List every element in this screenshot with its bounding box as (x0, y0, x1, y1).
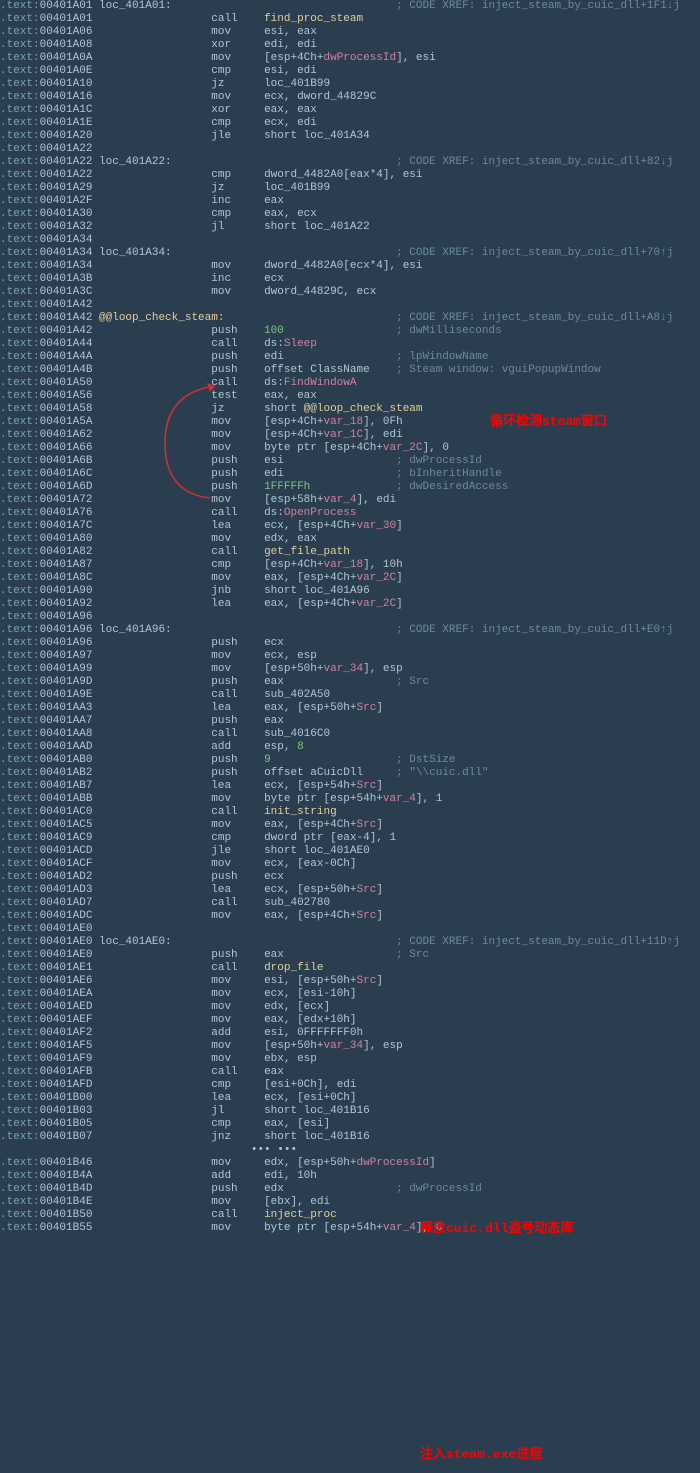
asm-line: .text:00401B4A add edi, 10h (0, 1170, 700, 1183)
asm-line: .text:00401B4D push edx ; dwProcessId (0, 1183, 700, 1196)
asm-line: .text:00401A6D push 1FFFFFh ; dwDesiredA… (0, 481, 700, 494)
asm-line: .text:00401AE1 call drop_file (0, 962, 700, 975)
asm-line: .text:00401A92 lea eax, [esp+4Ch+var_2C] (0, 598, 700, 611)
asm-line: .text:00401A42 push 100 ; dwMilliseconds (0, 325, 700, 338)
asm-line: .text:00401AB2 push offset aCuicDll ; "\… (0, 767, 700, 780)
asm-line: .text:00401A29 jz loc_401B99 (0, 182, 700, 195)
asm-line: .text:00401A9D push eax ; Src (0, 676, 700, 689)
asm-line: .text:00401A0A mov [esp+4Ch+dwProcessId]… (0, 52, 700, 65)
asm-line: .text:00401AC5 mov eax, [esp+4Ch+Src] (0, 819, 700, 832)
asm-line: .text:00401AD7 call sub_402780 (0, 897, 700, 910)
asm-line: ••• ••• (0, 1144, 700, 1157)
asm-line: .text:00401A42 @@loop_check_steam: ; COD… (0, 312, 700, 325)
asm-line: .text:00401AE0 (0, 923, 700, 936)
asm-line: .text:00401AB0 push 9 ; DstSize (0, 754, 700, 767)
asm-line: .text:00401A22 (0, 143, 700, 156)
asm-line: .text:00401A4A push edi ; lpWindowName (0, 351, 700, 364)
asm-line: .text:00401A90 jnb short loc_401A96 (0, 585, 700, 598)
asm-line: .text:00401B46 mov edx, [esp+50h+dwProce… (0, 1157, 700, 1170)
asm-line: .text:00401ACF mov ecx, [eax-0Ch] (0, 858, 700, 871)
asm-line: .text:00401A10 jz loc_401B99 (0, 78, 700, 91)
asm-line: .text:00401A87 cmp [esp+4Ch+var_18], 10h (0, 559, 700, 572)
asm-line: .text:00401A30 cmp eax, ecx (0, 208, 700, 221)
asm-line: .text:00401A99 mov [esp+50h+var_34], esp (0, 663, 700, 676)
asm-line: .text:00401A7C lea ecx, [esp+4Ch+var_30] (0, 520, 700, 533)
asm-line: .text:00401AEA mov ecx, [esi-10h] (0, 988, 700, 1001)
asm-line: .text:00401A9E call sub_402A50 (0, 689, 700, 702)
asm-line: .text:00401AB7 lea ecx, [esp+54h+Src] (0, 780, 700, 793)
asm-line: .text:00401B03 jl short loc_401B16 (0, 1105, 700, 1118)
asm-line: .text:00401A6B push esi ; dwProcessId (0, 455, 700, 468)
asm-line: .text:00401AC9 cmp dword ptr [eax-4], 1 (0, 832, 700, 845)
asm-line: .text:00401A32 jl short loc_401A22 (0, 221, 700, 234)
asm-line: .text:00401A34 loc_401A34: ; CODE XREF: … (0, 247, 700, 260)
asm-line: .text:00401AED mov edx, [ecx] (0, 1001, 700, 1014)
asm-line: .text:00401A42 (0, 299, 700, 312)
asm-line: .text:00401A96 (0, 611, 700, 624)
asm-line: .text:00401AD2 push ecx (0, 871, 700, 884)
asm-line: .text:00401AFB call eax (0, 1066, 700, 1079)
asm-line: .text:00401A2F inc eax (0, 195, 700, 208)
asm-line: .text:00401AE0 loc_401AE0: ; CODE XREF: … (0, 936, 700, 949)
asm-line: .text:00401AF2 add esi, 0FFFFFFF0h (0, 1027, 700, 1040)
asm-line: .text:00401A72 mov [esp+58h+var_4], edi (0, 494, 700, 507)
asm-line: .text:00401A22 cmp dword_4482A0[eax*4], … (0, 169, 700, 182)
asm-line: .text:00401A96 push ecx (0, 637, 700, 650)
asm-line: .text:00401A82 call get_file_path (0, 546, 700, 559)
asm-line: .text:00401AA3 lea eax, [esp+50h+Src] (0, 702, 700, 715)
asm-line: .text:00401A34 (0, 234, 700, 247)
asm-line: .text:00401A80 mov edx, eax (0, 533, 700, 546)
asm-line: .text:00401A01 loc_401A01: ; CODE XREF: … (0, 0, 700, 13)
asm-line: .text:00401B55 mov byte ptr [esp+54h+var… (0, 1222, 700, 1235)
asm-line: .text:00401AA7 push eax (0, 715, 700, 728)
asm-line: .text:00401B00 lea ecx, [esi+0Ch] (0, 1092, 700, 1105)
disassembly-view: 循环检测steam窗口 释放cuic.dll盗号动态库 注入steam.exe进… (0, 0, 700, 1235)
asm-line: .text:00401B05 cmp eax, [esi] (0, 1118, 700, 1131)
asm-line: .text:00401A66 mov byte ptr [esp+4Ch+var… (0, 442, 700, 455)
asm-line: .text:00401A44 call ds:Sleep (0, 338, 700, 351)
asm-line: .text:00401A08 xor edi, edi (0, 39, 700, 52)
asm-line: .text:00401AE6 mov esi, [esp+50h+Src] (0, 975, 700, 988)
asm-line: .text:00401A50 call ds:FindWindowA (0, 377, 700, 390)
asm-line: .text:00401A62 mov [esp+4Ch+var_1C], edi (0, 429, 700, 442)
asm-line: .text:00401AFD cmp [esi+0Ch], edi (0, 1079, 700, 1092)
asm-line: .text:00401B07 jnz short loc_401B16 (0, 1131, 700, 1144)
asm-line: .text:00401A16 mov ecx, dword_44829C (0, 91, 700, 104)
asm-line: .text:00401AF9 mov ebx, esp (0, 1053, 700, 1066)
asm-line: .text:00401ABB mov byte ptr [esp+54h+var… (0, 793, 700, 806)
asm-line: .text:00401A8C mov eax, [esp+4Ch+var_2C] (0, 572, 700, 585)
annotation-drop: 释放cuic.dll盗号动态库 (420, 1222, 573, 1235)
asm-line: .text:00401A97 mov ecx, esp (0, 650, 700, 663)
asm-line: .text:00401A3B inc ecx (0, 273, 700, 286)
asm-line: .text:00401AC0 call init_string (0, 806, 700, 819)
asm-line: .text:00401B4E mov [ebx], edi (0, 1196, 700, 1209)
asm-line: .text:00401A96 loc_401A96: ; CODE XREF: … (0, 624, 700, 637)
asm-line: .text:00401B50 call inject_proc (0, 1209, 700, 1222)
asm-line: .text:00401A34 mov dword_4482A0[ecx*4], … (0, 260, 700, 273)
asm-line: .text:00401A1C xor eax, eax (0, 104, 700, 117)
asm-line: .text:00401AA8 call sub_4016C0 (0, 728, 700, 741)
annotation-inject: 注入steam.exe进程 (420, 1448, 542, 1461)
asm-line: .text:00401A6C push edi ; bInheritHandle (0, 468, 700, 481)
asm-line: .text:00401A20 jle short loc_401A34 (0, 130, 700, 143)
annotation-loop: 循环检测steam窗口 (490, 415, 607, 428)
asm-line: .text:00401A1E cmp ecx, edi (0, 117, 700, 130)
asm-line: .text:00401AF5 mov [esp+50h+var_34], esp (0, 1040, 700, 1053)
asm-line: .text:00401A01 call find_proc_steam (0, 13, 700, 26)
asm-line: .text:00401AE0 push eax ; Src (0, 949, 700, 962)
asm-line: .text:00401A0E cmp esi, edi (0, 65, 700, 78)
asm-line: .text:00401AEF mov eax, [edx+10h] (0, 1014, 700, 1027)
asm-line: .text:00401A4B push offset ClassName ; S… (0, 364, 700, 377)
asm-line: .text:00401A76 call ds:OpenProcess (0, 507, 700, 520)
asm-line: .text:00401A3C mov dword_44829C, ecx (0, 286, 700, 299)
asm-line: .text:00401A56 test eax, eax (0, 390, 700, 403)
asm-line: .text:00401AD3 lea ecx, [esp+50h+Src] (0, 884, 700, 897)
asm-line: .text:00401AAD add esp, 8 (0, 741, 700, 754)
asm-line: .text:00401ADC mov eax, [esp+4Ch+Src] (0, 910, 700, 923)
asm-line: .text:00401A06 mov esi, eax (0, 26, 700, 39)
asm-line: .text:00401A22 loc_401A22: ; CODE XREF: … (0, 156, 700, 169)
asm-line: .text:00401ACD jle short loc_401AE0 (0, 845, 700, 858)
